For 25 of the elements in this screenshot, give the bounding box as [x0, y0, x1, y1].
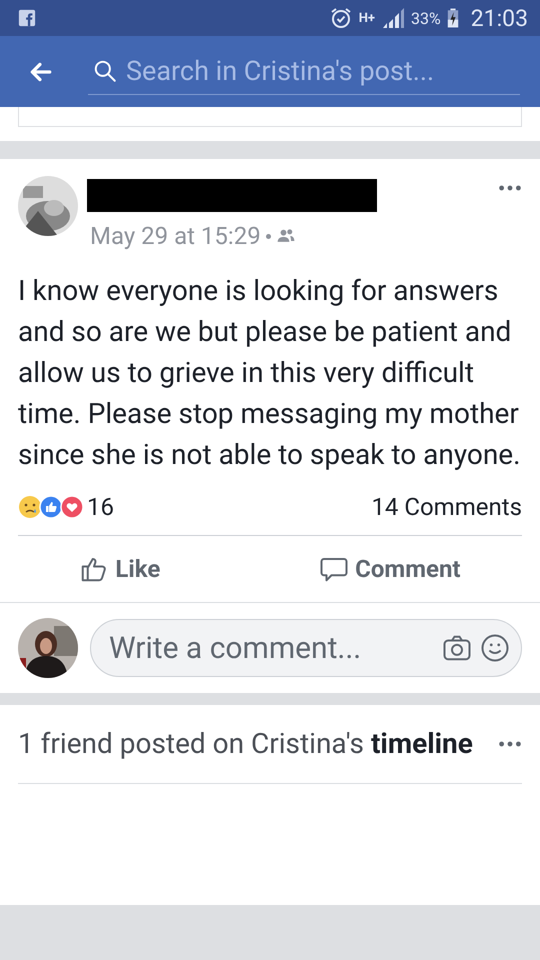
- clock-time: 21:03: [470, 4, 528, 32]
- separator-dot: [266, 234, 271, 238]
- search-icon: [92, 58, 118, 84]
- camera-icon[interactable]: [442, 633, 472, 663]
- like-button[interactable]: Like: [79, 554, 160, 584]
- search-field[interactable]: Search in Cristina's post...: [88, 48, 520, 94]
- battery-percentage: 33%: [411, 8, 441, 28]
- section-title: 1 friend posted on Cristina's timeline: [18, 726, 473, 762]
- more-options-icon[interactable]: [498, 184, 522, 192]
- thumbs-up-badge-icon: [39, 495, 63, 519]
- sad-face-icon: [18, 495, 42, 519]
- post-text: I know everyone is looking for answers and so are we but please be patient and allow us to grieve in this very difficult time. Please stop messaging my mother since she is not able to speak to anyone.: [18, 273, 522, 473]
- heart-badge-icon: [60, 495, 84, 519]
- charging-battery-icon: [446, 7, 459, 29]
- facebook-notification-icon: [18, 9, 36, 27]
- reaction-count[interactable]: 16: [87, 493, 114, 521]
- signal-strength-icon: [381, 6, 406, 30]
- smiley-icon[interactable]: [480, 633, 510, 663]
- comment-button[interactable]: Comment: [319, 554, 461, 584]
- comments-count-link[interactable]: 14 Comments: [371, 493, 522, 521]
- comment-field[interactable]: Write a comment...: [90, 619, 522, 677]
- network-type-label: H+: [358, 12, 376, 24]
- more-options-icon[interactable]: [498, 740, 522, 748]
- alarm-clock-icon: [328, 6, 353, 30]
- post-timestamp: May 29 at 15:29: [90, 222, 261, 250]
